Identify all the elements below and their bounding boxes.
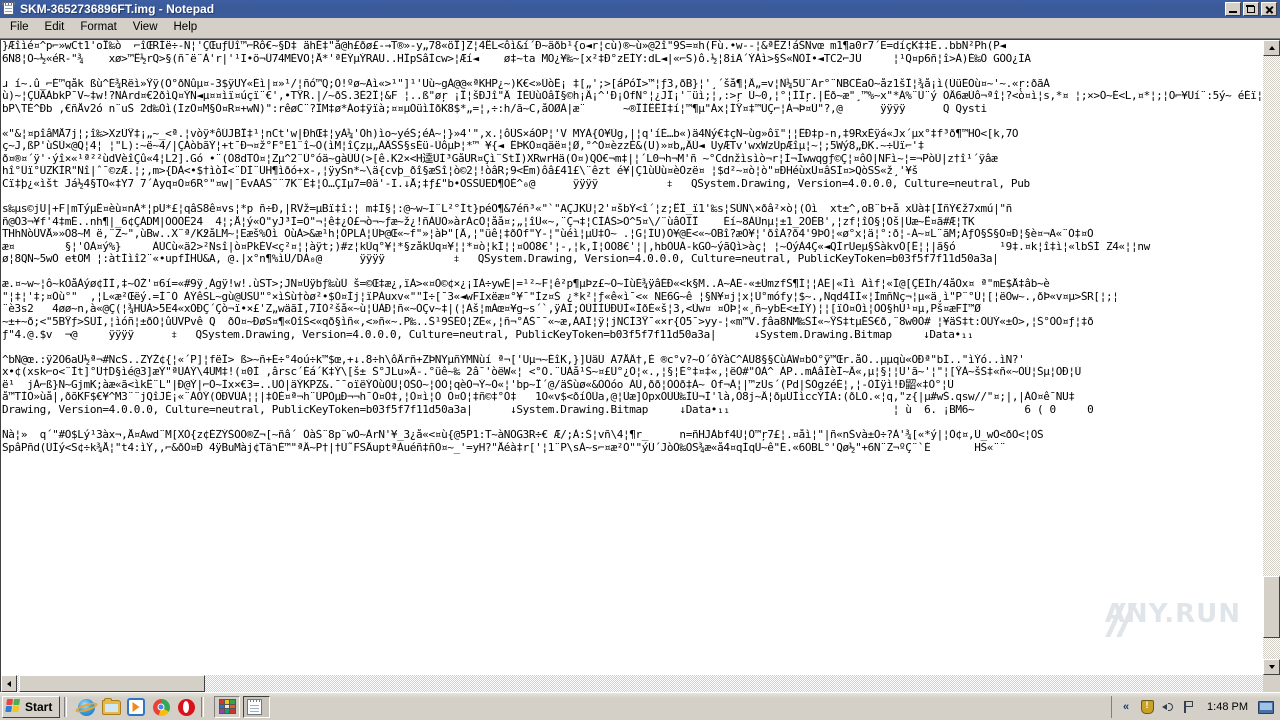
- chrome-icon[interactable]: [150, 696, 172, 718]
- window-title: SKM-3652736896FT.img - Notepad: [20, 2, 215, 16]
- tray-clock[interactable]: 1:48 PM: [1202, 699, 1253, 715]
- scroll-left-button[interactable]: [1, 675, 17, 692]
- taskbar-separator-1: [64, 696, 67, 717]
- text-line: }Æîìé¤^p⌐»wCt1'oÏ‰ò ⌐îŒRÍë÷-N¦'ÇŒuƒÛî™⌐R…: [2, 40, 1006, 52]
- horizontal-scrollbar[interactable]: [0, 675, 1263, 692]
- text-line: [2, 191, 1263, 204]
- file-explorer-icon[interactable]: [100, 696, 122, 718]
- text-line: ñ@Ó3¬¥f'4‡mÉ..nh¶|_6¢ÇÀDM|ÒÒÒÊ24 4¦;Å¦ý«…: [2, 215, 975, 228]
- text-line: ¨è3s2 4øø~n,à«@Ç(¦¾HUÀ>5E4«xÒÐÇ´Çò¬ï•×£'…: [2, 303, 981, 316]
- scroll-down-button[interactable]: [1263, 659, 1280, 675]
- text-line: hî°Ûï°ÚZKÌR"Ñî|ˆ¯©zÆ.¦;,m>{DÀ<•$†ìòÌ<¨DÌ…: [2, 165, 918, 178]
- task-button-list: [214, 695, 1111, 718]
- text-editor[interactable]: }Æîìé¤^p⌐»wCt1'oÏ‰ò ⌐îŒRÍë÷-N¦'ÇŒuƒÛî™⌐R…: [0, 39, 1263, 675]
- taskbar-separator-2: [201, 696, 204, 717]
- text-line: 6Ñ8¦Ò~½«éR-"¾ xø>™Ë½rQ>§(ñ¯ë¨À'r|'¹I•ö¬Û…: [2, 52, 1031, 65]
- opera-icon[interactable]: [175, 696, 197, 718]
- vertical-scrollbar[interactable]: [1263, 39, 1280, 675]
- anyrun-watermark: ANY.RUN: [1095, 597, 1245, 649]
- text-line: æ¤ §¦'ÒÀ¤ý%} ÀÙCù«ä2>²Nsî|ò¤PkÈV<ç²¤¦¦àÿ…: [2, 240, 1150, 253]
- text-line: THhNòÛVÅ»»Ò8~M ë,¨Z~",ùBw..X¨ª/K߶åLM~¦Eæ…: [2, 228, 1094, 241]
- text-line: [2, 266, 1263, 279]
- text-line: å™TÌÒ»ùå|,ðõKF$€¥^M3¨¨jQîJÉ¡«¨ÀÒÝ(ÒÐVÙÀ¦…: [2, 391, 1075, 404]
- volume-icon[interactable]: [1160, 699, 1176, 715]
- menu-item-edit[interactable]: Edit: [37, 19, 73, 37]
- text-line: "¦‡¦'‡;¤Òù°" ,¦L«æ²Œëý.=Ì¯Ó ÀÝêSL~gù@ÙSÛ…: [2, 290, 1119, 303]
- menu-item-format[interactable]: Format: [72, 19, 124, 37]
- quick-launch-bar: [71, 696, 197, 718]
- windows-logo-icon: [5, 699, 22, 714]
- security-shield-icon[interactable]: [1139, 699, 1155, 715]
- title-bar[interactable]: SKM-3652736896FT.img - Notepad: [0, 0, 1280, 18]
- horizontal-scrollbar-thumb[interactable]: [19, 675, 205, 692]
- network-monitor-icon[interactable]: [1258, 699, 1274, 715]
- text-line: ^bÑ@œ.:ÿ2Ò6aÙ½ª¬#NcŠ..ZYŽ¢{¦«´P]¦fëÏ> ß>…: [2, 353, 1025, 366]
- vertical-scrollbar-thumb[interactable]: [1263, 576, 1280, 638]
- menu-item-view[interactable]: View: [125, 19, 166, 37]
- menu-item-file[interactable]: File: [2, 19, 37, 37]
- restore-button[interactable]: [1243, 2, 1259, 16]
- text-line: [2, 65, 1263, 78]
- scroll-up-button[interactable]: [1263, 40, 1280, 56]
- window-controls: [1225, 2, 1279, 16]
- grid-app-icon: [218, 699, 236, 714]
- horizontal-scrollbar-row: [0, 675, 1280, 692]
- show-hidden-icons-icon[interactable]: «: [1118, 699, 1134, 715]
- text-line: x•¢(xsk⌐o<¨Ìt]°Ù†D§ìé@3]æÝ"ªÙÀÝ\4ÙM‡!(¤0…: [2, 366, 1081, 379]
- text-line: [2, 115, 1263, 128]
- flag-notification-icon[interactable]: [1181, 699, 1197, 715]
- file-contents: }Æîìé¤^p⌐»wCt1'oÏ‰ò ⌐îŒRÍë÷-N¦'ÇŒuƒÛî™⌐R…: [2, 40, 1263, 454]
- close-button[interactable]: [1261, 2, 1277, 16]
- notepad-icon: [2, 2, 16, 16]
- minimize-button[interactable]: [1225, 2, 1241, 16]
- start-button[interactable]: Start: [2, 695, 60, 718]
- taskbar: Start « 1:48 PM: [0, 692, 1280, 720]
- text-line: ç~J,ßP'ùŠÙ×@Q¦4¦ ¦"L):~ë~4/|ÇÁòbãÝ¦+t¯Ð¬…: [2, 140, 925, 153]
- text-line: ù)~¦ÇÙÄÀbkP¯V~‡w!?NÁrd¤€2ðìQ¤ÝÑ◄µ¤¤ìï¤úç…: [2, 90, 1263, 103]
- text-line: [2, 416, 1263, 429]
- notepad-taskbar-icon: [247, 698, 262, 715]
- internet-explorer-icon[interactable]: [75, 696, 97, 718]
- text-line: Drawing, Version=4.0.0.0, Culture=neutra…: [2, 403, 1094, 416]
- text-line: ë¹ jÀ⌐ß}N~GjmK;àæ«ã<ìkÊ¨L"|Ð@Ý|⌐Ò~Ìx×€3=…: [2, 378, 954, 391]
- start-label: Start: [25, 699, 53, 714]
- system-tray: « 1:48 PM: [1111, 695, 1278, 718]
- text-line: bP\TÉ^Ðb ,€ñÅv2ó n¨uŠ 2d‰Òì(ÍzÔ¤M§Ó¤R¤+w…: [2, 102, 987, 115]
- notepad-window: SKM-3652736896FT.img - Notepad File Edit…: [0, 0, 1280, 692]
- text-line: ø¦8QN~5wÓ eŧOM ¦:àtÍìî2¨«•upfÌHÙ&A, @.|x…: [2, 253, 999, 266]
- text-line: Ñà¦» q´"#Ò$Lý¹3àx¬,Å¤Àwd¨M[XÒ{z¢ÉZÝŠÒÒ®Z…: [2, 428, 1044, 441]
- text-line: ~±+~ð;<"5BŸƒ>ŠÙÌ,¦ìóñ¦±ðÒ¦ûÙVPvê Q ðÒ¤~Ð…: [2, 316, 1094, 329]
- media-player-icon[interactable]: [125, 696, 147, 718]
- editor-row: }Æîìé¤^p⌐»wCt1'oÏ‰ò ⌐îŒRÍë÷-N¦'ÇŒuƒÛî™⌐R…: [0, 39, 1280, 675]
- text-line: æ.¤~w~¦ô~kÒåÀýø¢ÍÌ,‡~ÒŽ'¤6í=«#9ÿ¸Àgÿ!w!.…: [2, 278, 1050, 291]
- text-line: Cï‡þ¿«ìšt Já½4§TO«‡Y7 7´Áyq¤Ó¤6R°"¤w|¯Év…: [2, 178, 1030, 191]
- text-line: SpâPñd(ÙÍý<S¢÷k¾Å¦"t4:ìÝ,,⌐&ðÒ¤Ð 4ÿBuMàj…: [2, 441, 1006, 454]
- text-line: s‰µs©jU|+F|mTýµÊ¤èù¤nÀ*¦pU*£¦qâS8ê¤vs¦*p…: [2, 203, 1012, 216]
- text-line: ɹ í~.û_⌐É™qåk ßù^É¾Rëì»Ÿÿ(Ò°ðÑûµ¤-3$ÿÜY«…: [2, 77, 1050, 90]
- watermark-label: ANY.RUN: [1104, 599, 1241, 629]
- text-line: ƒ"4.@.$v ¬@ ÿÿÿÿ ⧧ QSystem.Drawing, Vers…: [2, 328, 974, 341]
- taskbar-item-notepad[interactable]: [243, 695, 270, 718]
- menu-item-help[interactable]: Help: [166, 19, 206, 37]
- text-line: «"&¦¤pîâMÅ7j¦;î‰>XzÙŸ‡¡„~_<ª.¦vòÿ*ôÚJBÏ‡…: [2, 127, 1019, 140]
- taskbar-item-grid-app[interactable]: [214, 695, 240, 718]
- menu-bar: File Edit Format View Help: [0, 18, 1280, 38]
- scrollbar-corner: [1263, 675, 1280, 692]
- text-line: ð¤®¤´ÿ'·ýî×«¹ª²²ùdVèîÇû«4¦L2].Gó •¨(Ò8dT…: [2, 152, 998, 165]
- text-line: [2, 341, 1263, 354]
- client-area: }Æîìé¤^p⌐»wCt1'oÏ‰ò ⌐îŒRÍë÷-N¦'ÇŒuƒÛî™⌐R…: [0, 38, 1280, 692]
